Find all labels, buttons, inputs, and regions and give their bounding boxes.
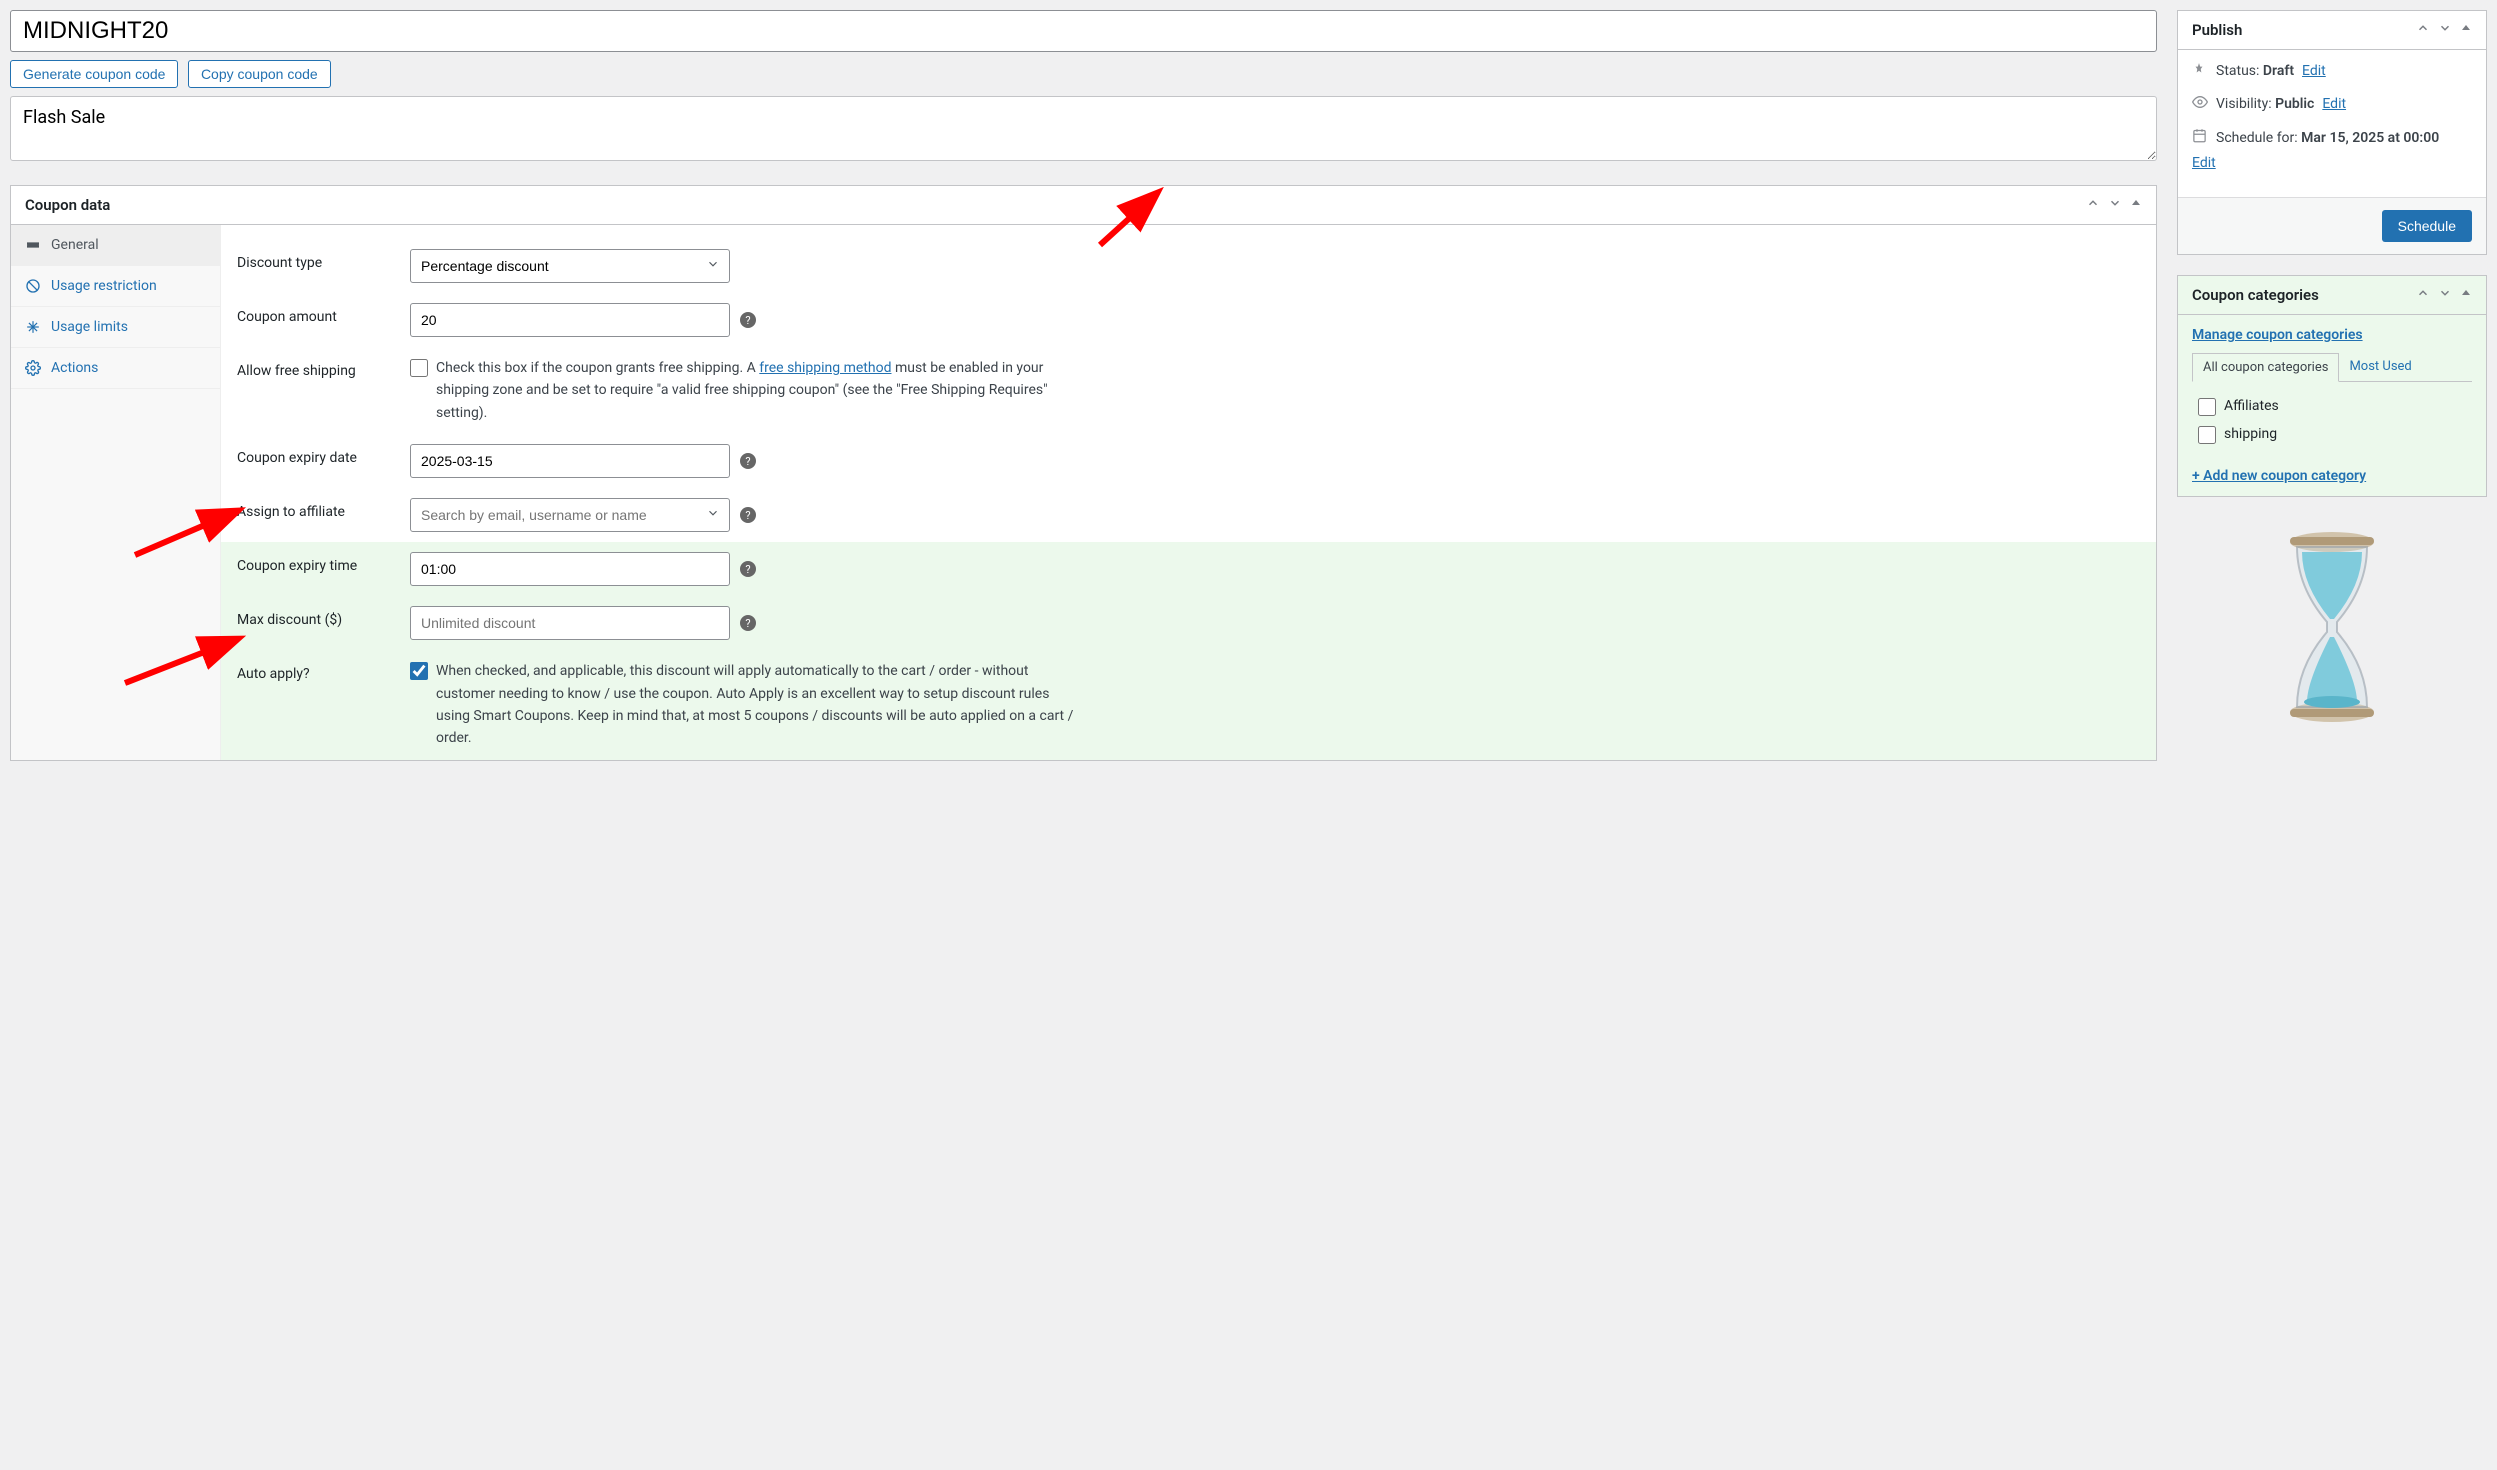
edit-visibility-link[interactable]: Edit <box>2322 96 2346 112</box>
edit-status-link[interactable]: Edit <box>2302 63 2326 79</box>
auto-apply-checkbox[interactable] <box>410 662 428 680</box>
chevron-up-icon[interactable] <box>2086 196 2100 214</box>
tab-label: General <box>51 237 99 253</box>
category-checkbox[interactable] <box>2198 398 2216 416</box>
category-label: shipping <box>2224 426 2277 442</box>
assign-affiliate-select[interactable] <box>410 498 730 532</box>
free-shipping-checkbox[interactable] <box>410 359 428 377</box>
chevron-down-icon[interactable] <box>2438 21 2452 39</box>
eye-icon <box>2192 94 2208 114</box>
free-shipping-description: Check this box if the coupon grants free… <box>436 357 1076 424</box>
pin-icon <box>2192 62 2208 80</box>
help-icon[interactable]: ? <box>740 615 756 631</box>
expiry-time-input[interactable] <box>410 552 730 586</box>
tab-usage-limits[interactable]: Usage limits <box>11 307 220 348</box>
coupon-amount-input[interactable] <box>410 303 730 337</box>
free-shipping-method-link[interactable]: free shipping method <box>759 360 891 376</box>
manage-categories-link[interactable]: Manage coupon categories <box>2192 327 2363 343</box>
toggle-panel-icon[interactable] <box>2460 21 2472 39</box>
toggle-panel-icon[interactable] <box>2460 286 2472 304</box>
chevron-up-icon[interactable] <box>2416 286 2430 304</box>
add-category-link[interactable]: + Add new coupon category <box>2192 468 2366 484</box>
coupon-categories-panel: Coupon categories Manage coupon categori… <box>2177 275 2487 497</box>
publish-title: Publish <box>2192 21 2242 39</box>
tab-actions[interactable]: Actions <box>11 348 220 389</box>
free-shipping-label: Allow free shipping <box>237 357 392 379</box>
categories-title: Coupon categories <box>2192 286 2319 304</box>
coupon-description-input[interactable]: Flash Sale <box>10 96 2157 161</box>
tab-all-categories[interactable]: All coupon categories <box>2192 353 2339 382</box>
schedule-text: Schedule for: Mar 15, 2025 at 00:00 <box>2216 130 2439 146</box>
ticket-icon <box>25 237 41 253</box>
category-checkbox[interactable] <box>2198 426 2216 444</box>
sliders-icon <box>25 320 41 334</box>
copy-coupon-button[interactable]: Copy coupon code <box>188 60 331 88</box>
assign-affiliate-label: Assign to affiliate <box>237 498 392 520</box>
edit-schedule-link[interactable]: Edit <box>2192 155 2472 171</box>
toggle-panel-icon[interactable] <box>2130 196 2142 214</box>
status-text: Status: Draft <box>2216 63 2294 79</box>
tab-label: Usage restriction <box>51 278 157 294</box>
coupon-code-input[interactable] <box>10 10 2157 52</box>
coupon-data-title: Coupon data <box>25 196 110 214</box>
category-label: Affiliates <box>2224 398 2279 414</box>
publish-panel: Publish Status: Draft Edit <box>2177 10 2487 255</box>
calendar-icon <box>2192 128 2208 147</box>
discount-type-label: Discount type <box>237 249 392 271</box>
tab-general[interactable]: General <box>11 225 220 266</box>
coupon-data-panel: Coupon data <box>10 185 2157 761</box>
category-item: Affiliates <box>2198 392 2466 420</box>
discount-type-select[interactable] <box>410 249 730 283</box>
help-icon[interactable]: ? <box>740 561 756 577</box>
category-item: shipping <box>2198 420 2466 448</box>
coupon-amount-label: Coupon amount <box>237 303 392 325</box>
tab-label: Actions <box>51 360 98 376</box>
chevron-down-icon[interactable] <box>2438 286 2452 304</box>
max-discount-input[interactable] <box>410 606 730 640</box>
expiry-time-label: Coupon expiry time <box>237 552 392 574</box>
schedule-button[interactable]: Schedule <box>2382 210 2472 242</box>
tab-usage-restriction[interactable]: Usage restriction <box>11 266 220 307</box>
expiry-date-input[interactable] <box>410 444 730 478</box>
help-icon[interactable]: ? <box>740 312 756 328</box>
ban-icon <box>25 278 41 294</box>
expiry-date-label: Coupon expiry date <box>237 444 392 466</box>
auto-apply-label: Auto apply? <box>237 660 392 682</box>
auto-apply-description: When checked, and applicable, this disco… <box>436 660 1076 750</box>
chevron-up-icon[interactable] <box>2416 21 2430 39</box>
tab-most-used[interactable]: Most Used <box>2339 353 2421 381</box>
hourglass-image <box>2177 517 2487 737</box>
help-icon[interactable]: ? <box>740 507 756 523</box>
gear-icon <box>25 360 41 376</box>
max-discount-label: Max discount ($) <box>237 606 392 628</box>
generate-coupon-button[interactable]: Generate coupon code <box>10 60 178 88</box>
visibility-text: Visibility: Public <box>2216 96 2314 112</box>
tab-label: Usage limits <box>51 319 128 335</box>
help-icon[interactable]: ? <box>740 453 756 469</box>
chevron-down-icon[interactable] <box>2108 196 2122 214</box>
